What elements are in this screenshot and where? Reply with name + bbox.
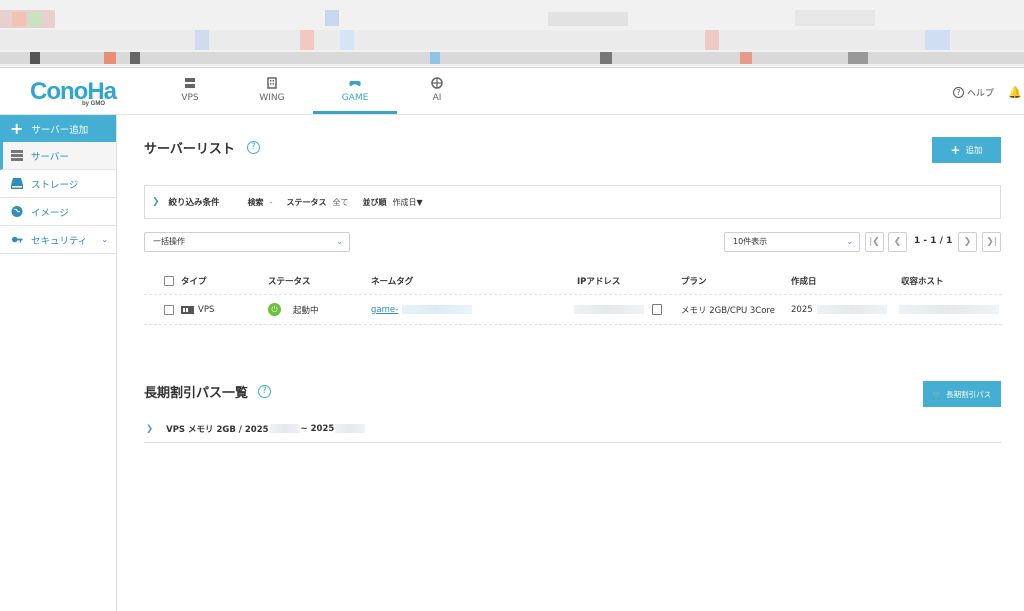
chevron-down-icon: ⌄ (846, 237, 853, 246)
tab-vps[interactable]: VPS (148, 68, 232, 114)
filter-search-value: - (269, 197, 273, 207)
server-icon (185, 78, 195, 88)
filter-status-key: ステータス (286, 197, 327, 207)
column-plan[interactable]: プラン (681, 267, 707, 294)
help-icon: ? (952, 87, 964, 98)
chevron-right-icon: ❯ (152, 197, 160, 207)
vps-icon (181, 305, 194, 314)
server-icon (11, 150, 23, 161)
tab-ai[interactable]: AI (395, 68, 479, 114)
help-link[interactable]: ? ヘルプ (952, 86, 994, 99)
row-type: VPS (181, 295, 214, 324)
row-status: ⏻ 起動中 (268, 295, 319, 324)
filter-status-value: 全て (332, 197, 349, 207)
sidebar-item-image[interactable]: イメージ (0, 198, 116, 226)
sidebar-item-storage[interactable]: ストレージ (0, 170, 116, 198)
column-ip[interactable]: IPアドレス (577, 267, 620, 294)
row-checkbox[interactable] (164, 304, 174, 315)
select-all-checkbox[interactable] (164, 275, 174, 286)
help-icon[interactable]: ? (258, 385, 272, 398)
tab-wing[interactable]: WING (230, 68, 314, 114)
prev-page-button[interactable]: ❮ (888, 232, 907, 252)
table-row[interactable]: VPS ⏻ 起動中 game- メモリ 2GB/CPU 3Core 2025 (144, 295, 1002, 325)
plus-icon: + (10, 118, 24, 138)
column-host[interactable]: 収容ホスト (901, 267, 944, 294)
first-page-button[interactable]: |❮ (865, 232, 884, 252)
pagination-info: 1 - 1 / 1 (914, 236, 953, 246)
column-name-tag[interactable]: ネームタグ (371, 267, 413, 294)
sidebar: + サーバー追加 サーバー ストレージ イメージ セキュリティ ⌄ (0, 115, 117, 611)
filter-bar[interactable]: ❯ 絞り込み条件 検索 - ステータス 全て 並び順 作成日▼ (144, 185, 1001, 219)
filter-sort-key: 並び順 (362, 197, 387, 207)
chevron-down-icon: ⌄ (336, 237, 343, 246)
row-plan: メモリ 2GB/CPU 3Core (681, 305, 775, 316)
browser-chrome-blurred (0, 0, 1024, 68)
tab-game[interactable]: GAME (313, 68, 397, 114)
storage-icon (11, 178, 23, 189)
conoha-logo[interactable]: ConoHaby GMO (30, 78, 117, 107)
table-header: タイプ ステータス ネームタグ IPアドレス プラン 作成日 収容ホスト (144, 267, 1002, 295)
filter-label: 絞り込み条件 (168, 198, 220, 208)
building-icon (267, 77, 277, 89)
plus-icon: + (950, 143, 961, 157)
column-status[interactable]: ステータス (268, 267, 311, 294)
last-page-button[interactable]: ❯| (982, 232, 1001, 252)
bell-icon[interactable]: 🔔 (1008, 86, 1022, 99)
pass-list-item[interactable]: ❯ VPS メモリ 2GB / 2025 ~ 2025 (144, 415, 1001, 443)
power-icon: ⏻ (268, 303, 281, 316)
page-title: サーバーリスト ? (144, 138, 260, 157)
row-created: 2025 (791, 295, 887, 324)
server-table: タイプ ステータス ネームタグ IPアドレス プラン 作成日 収容ホスト VPS… (144, 267, 1002, 325)
cart-icon: 🛒 (932, 389, 943, 399)
row-host (899, 295, 999, 324)
row-name-tag[interactable]: game- (371, 295, 473, 324)
top-header: ConoHaby GMO VPS WING GAME AI ? ヘルプ 🔔 (0, 68, 1024, 115)
sidebar-item-server[interactable]: サーバー (0, 142, 116, 170)
discount-pass-button[interactable]: 🛒 長期割引パス (923, 381, 1001, 407)
add-server-button[interactable]: + サーバー追加 (0, 115, 116, 142)
chevron-down-icon: ⌄ (101, 235, 108, 244)
chevron-right-icon: ❯ (146, 423, 154, 434)
bulk-action-select[interactable]: 一括操作 ⌄ (144, 232, 350, 252)
column-created[interactable]: 作成日 (791, 267, 817, 294)
next-page-button[interactable]: ❯ (958, 232, 977, 252)
image-icon (11, 206, 23, 217)
help-icon[interactable]: ? (246, 141, 260, 154)
copy-icon[interactable] (652, 304, 662, 315)
filter-sort-value: 作成日▼ (392, 197, 423, 207)
row-ip (574, 295, 662, 324)
gamepad-icon (349, 81, 361, 87)
ai-icon (431, 77, 443, 89)
filter-search-key: 検索 (247, 197, 264, 207)
column-type[interactable]: タイプ (181, 267, 207, 294)
pass-list-title: 長期割引パス一覧 ? (144, 382, 272, 401)
sidebar-item-security[interactable]: セキュリティ ⌄ (0, 226, 116, 254)
per-page-select[interactable]: 10件表示 ⌄ (724, 232, 860, 252)
key-icon (11, 236, 23, 243)
add-button[interactable]: + 追加 (932, 137, 1001, 163)
